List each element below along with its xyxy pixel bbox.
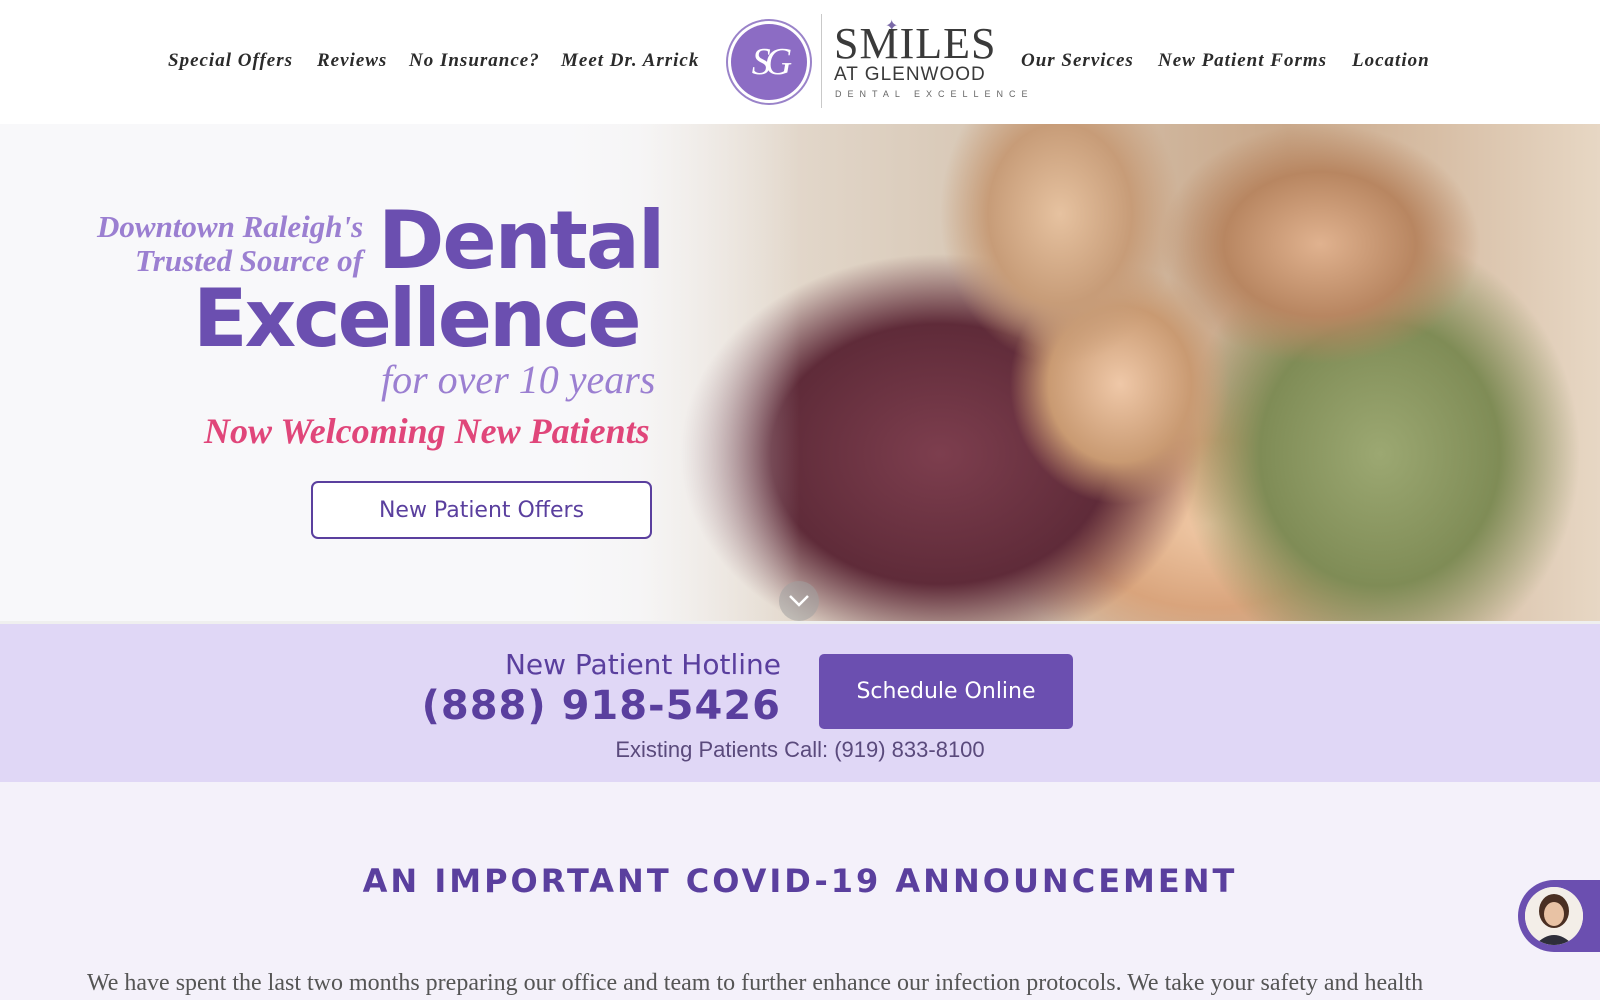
new-patient-offers-button[interactable]: New Patient Offers: [311, 481, 652, 539]
existing-patients-line: Existing Patients Call: (919) 833-8100: [0, 737, 1600, 763]
logo-monogram[interactable]: SG: [731, 24, 807, 100]
logo-tagline: DENTAL EXCELLENCE: [835, 89, 1034, 99]
hotline-band: New Patient Hotline (888) 918-5426 Sched…: [0, 621, 1600, 782]
nav-special-offers[interactable]: Special Offers: [168, 50, 293, 72]
nav-meet-dr-arrick[interactable]: Meet Dr. Arrick: [561, 50, 699, 72]
logo-subline: AT GLENWOOD: [834, 64, 986, 85]
site-header: Special Offers Reviews No Insurance? Mee…: [0, 0, 1600, 124]
logo-monogram-text: SG: [751, 41, 793, 83]
nav-reviews[interactable]: Reviews: [317, 50, 387, 72]
nav-new-patient-forms[interactable]: New Patient Forms: [1158, 50, 1327, 72]
chevron-down-icon[interactable]: [779, 581, 819, 621]
chat-widget-button[interactable]: [1518, 880, 1600, 952]
covid-announcement-text: We have spent the last two months prepar…: [87, 970, 1424, 996]
nav-our-services[interactable]: Our Services: [1021, 50, 1134, 72]
hotline-number[interactable]: (888) 918-5426: [422, 683, 781, 729]
existing-patients-label: Existing Patients Call:: [615, 737, 835, 762]
hero-welcome: Now Welcoming New Patients: [204, 411, 650, 451]
hero-tagline-1: Downtown Raleigh's: [97, 209, 364, 244]
hero-section: Downtown Raleigh's Trusted Source of Den…: [0, 124, 1600, 621]
chat-avatar-icon: [1525, 887, 1583, 945]
schedule-online-button[interactable]: Schedule Online: [819, 654, 1073, 729]
hotline-label: New Patient Hotline: [504, 648, 781, 681]
hero-years: for over 10 years: [381, 357, 656, 402]
hero-headline-excellence: Excellence: [193, 272, 642, 365]
nav-location[interactable]: Location: [1352, 50, 1430, 72]
existing-patients-phone[interactable]: (919) 833-8100: [834, 737, 984, 762]
logo-divider: [821, 14, 822, 108]
nav-no-insurance[interactable]: No Insurance?: [409, 50, 540, 72]
covid-announcement-title: AN IMPORTANT COVID-19 ANNOUNCEMENT: [362, 862, 1238, 900]
logo-wordmark[interactable]: SMILES: [834, 22, 996, 66]
